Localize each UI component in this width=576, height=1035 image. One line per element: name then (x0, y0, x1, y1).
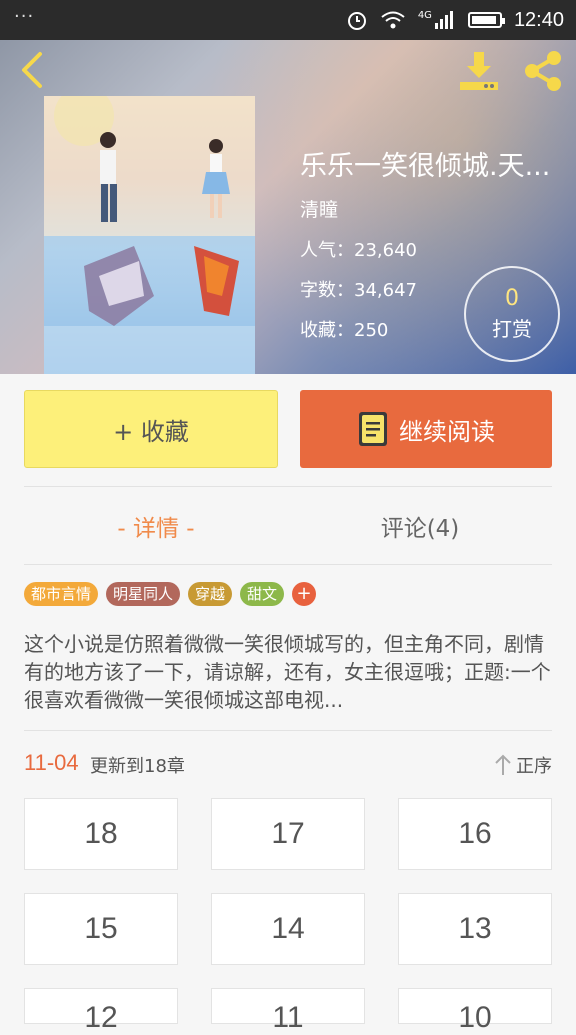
reward-label: 打赏 (492, 317, 532, 341)
reward-count: 0 (505, 286, 519, 311)
book-cover-image[interactable] (44, 96, 255, 374)
battery-icon (467, 12, 505, 28)
chapter-button[interactable]: 11 (211, 988, 365, 1034)
action-buttons: + 收藏 继续阅读 (24, 390, 552, 468)
continue-reading-button[interactable]: 继续阅读 (300, 390, 552, 468)
chapter-button[interactable]: 16 (398, 798, 552, 870)
book-synopsis[interactable]: 这个小说是仿照着微微一笑很倾城写的，但主角不同，剧情有的地方该了一下，请谅解，还… (24, 630, 554, 716)
chapter-button[interactable]: 10 (398, 988, 552, 1034)
add-favorite-button[interactable]: + 收藏 (24, 390, 278, 468)
book-header: 乐乐一笑很倾城.天... 清瞳 人气：23,640 字数：34,647 收藏：2… (0, 40, 576, 374)
chapter-button[interactable]: 12 (24, 988, 178, 1034)
arrow-up-icon (495, 754, 511, 775)
tag-urban-romance[interactable]: 都市言情 (24, 582, 99, 606)
update-info: 11-04 更新到18章 正序 (24, 748, 552, 782)
tab-details[interactable]: - 详情 - (24, 488, 288, 564)
tab-comments[interactable]: 评论(4) (288, 488, 552, 564)
chapter-button[interactable]: 14 (211, 893, 365, 965)
book-title: 乐乐一笑很倾城.天... (300, 151, 551, 182)
update-text: 更新到18章 (90, 756, 185, 777)
status-icons: 4G 12:40 (346, 0, 564, 40)
wifi-icon (381, 11, 405, 29)
status-bar: ··· 4G 12:40 (0, 0, 576, 40)
sort-order-label: 正序 (516, 756, 552, 777)
tag-time-travel[interactable]: 穿越 (188, 582, 233, 606)
network-type-label: 4G (417, 9, 432, 21)
chapter-button[interactable]: 13 (398, 893, 552, 965)
more-tags-button[interactable]: + (292, 582, 317, 606)
tag-list: 都市言情 明星同人 穿越 甜文 + (24, 582, 317, 606)
signal-icon (434, 11, 453, 29)
divider (24, 486, 552, 487)
tag-celebrity-fanfic[interactable]: 明星同人 (106, 582, 181, 606)
back-icon[interactable] (14, 50, 54, 90)
cover-illustration (44, 96, 255, 374)
add-favorite-label: + 收藏 (113, 417, 189, 446)
chapter-button[interactable]: 15 (24, 893, 178, 965)
notification-dots-icon: ··· (14, 6, 35, 27)
chapter-button[interactable]: 18 (24, 798, 178, 870)
divider (24, 730, 552, 731)
download-icon[interactable] (456, 48, 502, 94)
popularity-stat: 人气：23,640 (300, 240, 417, 261)
continue-reading-label: 继续阅读 (399, 417, 495, 446)
tag-sweet[interactable]: 甜文 (240, 582, 285, 606)
share-icon[interactable] (520, 48, 566, 94)
book-icon (359, 412, 387, 446)
divider (24, 564, 552, 565)
update-date: 11-04 (24, 750, 79, 775)
chapter-button[interactable]: 17 (211, 798, 365, 870)
reward-button[interactable]: 0 打赏 (464, 266, 560, 362)
alarm-icon (347, 12, 366, 30)
book-author[interactable]: 清瞳 (300, 195, 562, 222)
tab-bar: - 详情 - 评论(4) (24, 488, 552, 564)
clock: 12:40 (513, 8, 564, 31)
sort-order-button[interactable]: 正序 (494, 752, 552, 778)
